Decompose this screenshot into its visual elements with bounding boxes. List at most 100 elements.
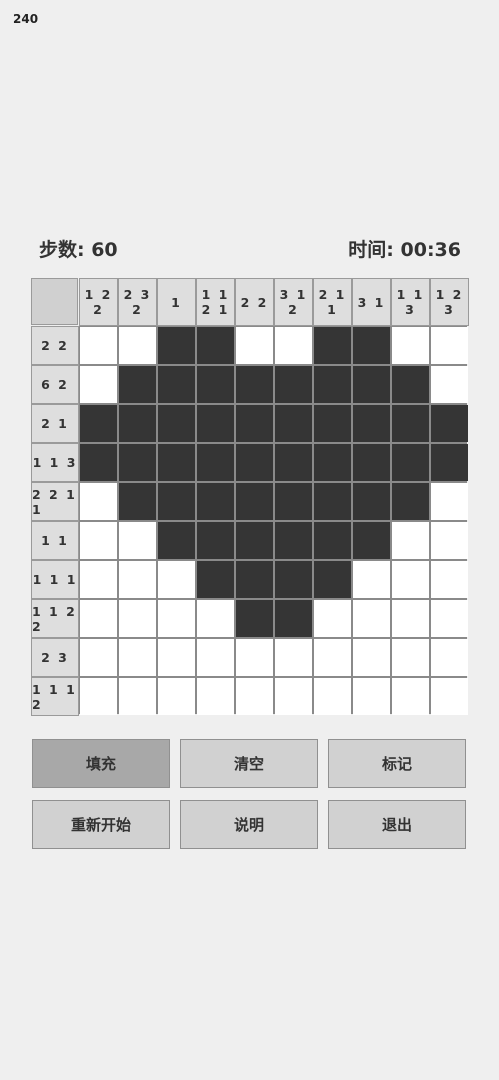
grid-cell-filled[interactable] bbox=[275, 561, 312, 598]
grid-cell-empty[interactable] bbox=[197, 678, 234, 715]
grid-cell-empty[interactable] bbox=[80, 483, 117, 520]
grid-cell-filled[interactable] bbox=[314, 561, 351, 598]
grid-cell-empty[interactable] bbox=[80, 639, 117, 676]
grid-cell-empty[interactable] bbox=[314, 639, 351, 676]
grid-cell-filled[interactable] bbox=[236, 483, 273, 520]
grid-cell-filled[interactable] bbox=[197, 327, 234, 364]
grid-cell-empty[interactable] bbox=[431, 678, 468, 715]
grid-cell-empty[interactable] bbox=[392, 561, 429, 598]
grid-cell-empty[interactable] bbox=[353, 678, 390, 715]
grid-cell-filled[interactable] bbox=[314, 405, 351, 442]
grid-cell-filled[interactable] bbox=[314, 327, 351, 364]
grid-cell-empty[interactable] bbox=[80, 600, 117, 637]
grid-cell-filled[interactable] bbox=[197, 483, 234, 520]
grid-cell-filled[interactable] bbox=[80, 444, 117, 481]
grid-cell-empty[interactable] bbox=[392, 327, 429, 364]
grid-cell-empty[interactable] bbox=[431, 600, 468, 637]
grid-cell-filled[interactable] bbox=[314, 366, 351, 403]
grid-cell-empty[interactable] bbox=[158, 639, 195, 676]
grid-cell-filled[interactable] bbox=[158, 483, 195, 520]
grid-cell-filled[interactable] bbox=[158, 366, 195, 403]
fill-button[interactable]: 填充 bbox=[32, 739, 170, 788]
grid-cell-filled[interactable] bbox=[158, 327, 195, 364]
grid-cell-filled[interactable] bbox=[80, 405, 117, 442]
grid-cell-filled[interactable] bbox=[392, 405, 429, 442]
grid-cell-empty[interactable] bbox=[236, 678, 273, 715]
grid-cell-empty[interactable] bbox=[392, 522, 429, 559]
grid-cell-filled[interactable] bbox=[392, 366, 429, 403]
grid-cell-filled[interactable] bbox=[431, 444, 468, 481]
grid-cell-empty[interactable] bbox=[80, 561, 117, 598]
grid-cell-filled[interactable] bbox=[392, 444, 429, 481]
grid-cell-empty[interactable] bbox=[431, 327, 468, 364]
grid-cell-empty[interactable] bbox=[353, 561, 390, 598]
grid-cell-empty[interactable] bbox=[119, 678, 156, 715]
grid-cell-empty[interactable] bbox=[158, 561, 195, 598]
grid-cell-empty[interactable] bbox=[80, 366, 117, 403]
grid-cell-filled[interactable] bbox=[197, 522, 234, 559]
grid-cell-filled[interactable] bbox=[275, 600, 312, 637]
grid-cell-filled[interactable] bbox=[275, 366, 312, 403]
grid-cell-filled[interactable] bbox=[119, 483, 156, 520]
grid-cell-filled[interactable] bbox=[392, 483, 429, 520]
grid-cell-empty[interactable] bbox=[314, 600, 351, 637]
grid-cell-empty[interactable] bbox=[431, 366, 468, 403]
grid-cell-empty[interactable] bbox=[119, 639, 156, 676]
grid-cell-filled[interactable] bbox=[275, 405, 312, 442]
grid-cell-empty[interactable] bbox=[158, 600, 195, 637]
grid-cell-empty[interactable] bbox=[392, 678, 429, 715]
grid-cell-filled[interactable] bbox=[119, 405, 156, 442]
grid-cell-filled[interactable] bbox=[236, 522, 273, 559]
grid-cell-filled[interactable] bbox=[314, 522, 351, 559]
grid-cell-empty[interactable] bbox=[431, 522, 468, 559]
grid-cell-filled[interactable] bbox=[353, 444, 390, 481]
grid-cell-empty[interactable] bbox=[119, 600, 156, 637]
grid-cell-filled[interactable] bbox=[197, 561, 234, 598]
grid-cell-filled[interactable] bbox=[236, 561, 273, 598]
grid-cell-filled[interactable] bbox=[236, 600, 273, 637]
grid-cell-empty[interactable] bbox=[431, 561, 468, 598]
grid-cell-filled[interactable] bbox=[119, 444, 156, 481]
grid-cell-filled[interactable] bbox=[158, 444, 195, 481]
grid-cell-empty[interactable] bbox=[197, 600, 234, 637]
grid-cell-empty[interactable] bbox=[80, 327, 117, 364]
grid-cell-filled[interactable] bbox=[236, 444, 273, 481]
grid-cell-filled[interactable] bbox=[275, 444, 312, 481]
grid-cell-empty[interactable] bbox=[314, 678, 351, 715]
grid-cell-empty[interactable] bbox=[80, 522, 117, 559]
grid-cell-filled[interactable] bbox=[119, 366, 156, 403]
grid-cell-filled[interactable] bbox=[353, 405, 390, 442]
quit-button[interactable]: 退出 bbox=[328, 800, 466, 849]
grid-cell-empty[interactable] bbox=[119, 561, 156, 598]
grid-cell-filled[interactable] bbox=[431, 405, 468, 442]
clear-button[interactable]: 清空 bbox=[180, 739, 318, 788]
grid-cell-empty[interactable] bbox=[275, 639, 312, 676]
grid-cell-filled[interactable] bbox=[353, 366, 390, 403]
grid-cell-empty[interactable] bbox=[119, 522, 156, 559]
grid-cell-empty[interactable] bbox=[119, 327, 156, 364]
grid-cell-filled[interactable] bbox=[275, 522, 312, 559]
grid-cell-filled[interactable] bbox=[197, 444, 234, 481]
grid-cell-filled[interactable] bbox=[197, 405, 234, 442]
grid-cell-empty[interactable] bbox=[197, 639, 234, 676]
grid-cell-empty[interactable] bbox=[275, 327, 312, 364]
grid-cell-empty[interactable] bbox=[80, 678, 117, 715]
grid-cell-empty[interactable] bbox=[353, 639, 390, 676]
grid-cell-empty[interactable] bbox=[392, 639, 429, 676]
grid-cell-empty[interactable] bbox=[392, 600, 429, 637]
help-button[interactable]: 说明 bbox=[180, 800, 318, 849]
grid-cell-filled[interactable] bbox=[236, 405, 273, 442]
grid-cell-filled[interactable] bbox=[353, 522, 390, 559]
restart-button[interactable]: 重新开始 bbox=[32, 800, 170, 849]
grid-cell-filled[interactable] bbox=[353, 483, 390, 520]
grid-cell-empty[interactable] bbox=[158, 678, 195, 715]
grid-cell-filled[interactable] bbox=[314, 444, 351, 481]
grid-cell-filled[interactable] bbox=[353, 327, 390, 364]
grid-cell-filled[interactable] bbox=[236, 366, 273, 403]
grid-cell-filled[interactable] bbox=[197, 366, 234, 403]
grid-cell-empty[interactable] bbox=[353, 600, 390, 637]
grid-cell-filled[interactable] bbox=[158, 405, 195, 442]
grid-cell-empty[interactable] bbox=[275, 678, 312, 715]
grid-cell-filled[interactable] bbox=[275, 483, 312, 520]
mark-button[interactable]: 标记 bbox=[328, 739, 466, 788]
